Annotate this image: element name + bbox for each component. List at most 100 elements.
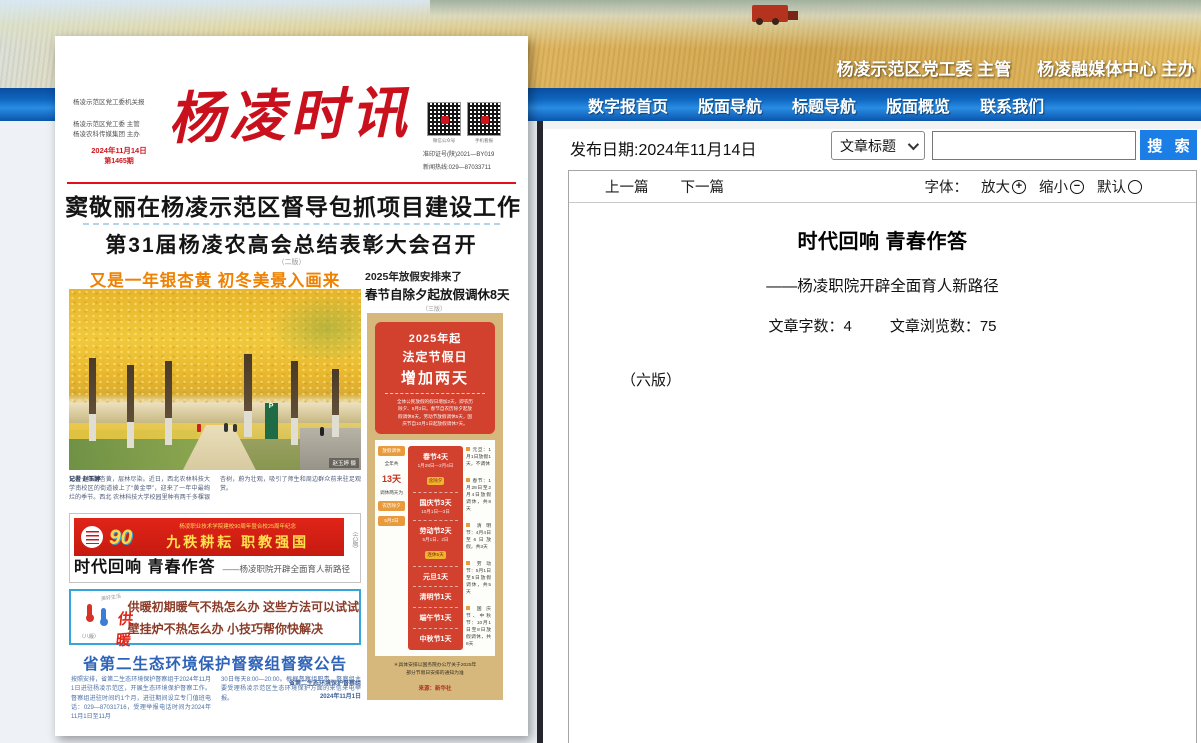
article-subtitle: ——杨凌职院开辟全面育人新路径: [569, 274, 1196, 296]
views-label: 文章浏览数：: [890, 318, 980, 335]
infographic-source: 来源：新华社: [375, 684, 495, 692]
nav-item-page-nav[interactable]: 版面导航: [698, 93, 762, 117]
photo-story-headline: 又是一年银杏黄 初冬美景入画来: [69, 267, 361, 291]
featured-story-title: 时代回响 青春作答: [74, 553, 215, 577]
qr-label-1: 微信公众号: [427, 138, 461, 144]
scooter-rider: [320, 427, 324, 436]
lead-headline: 窦敬丽在杨凌示范区督导包抓项目建设工作: [65, 188, 518, 222]
article-meta: 文章字数：4文章浏览数：75: [569, 315, 1196, 336]
anniversary-story-box: 90 杨凌职业技术学院建校90周年暨合校25周年纪念 九秩耕耘 职教强国 （六版…: [69, 513, 361, 583]
holiday-item: 元旦1天: [411, 572, 460, 582]
article-body: （六版）: [569, 369, 1196, 390]
font-default-button[interactable]: 默认: [1097, 176, 1142, 197]
holiday-side-labels: 放假调休 全年共 13天 调休两天为 农历除夕 5月2日: [378, 446, 405, 649]
infographic-line-2: 法定节假日: [379, 348, 491, 365]
holiday-infographic: 2025年起 法定节假日 增加两天 全体公民放假的假日增加2天，即农历 除夕、5…: [367, 313, 503, 700]
infographic-line-1: 2025年起: [379, 330, 491, 346]
publish-date: 发布日期:2024年11月14日: [570, 136, 756, 160]
holiday-kicker: 2025年放假安排来了: [365, 269, 515, 284]
minus-circle-icon: −: [1070, 180, 1084, 194]
anniversary-banner: 90 杨凌职业技术学院建校90周年暨合校25周年纪念 九秩耕耘 职教强国: [74, 518, 344, 556]
tree-trunk: [244, 354, 252, 437]
nav-item-page-overview[interactable]: 版面概览: [886, 93, 950, 117]
holiday-list: 春节4天 1月28日—2月4日 含除夕 国庆节3天 10月1日—3日 劳动节2天…: [408, 446, 463, 649]
plus-circle-icon: +: [1012, 180, 1026, 194]
tree-trunk: [291, 361, 298, 444]
notice-headline: 省第二生态环境保护督察组督察公告: [69, 652, 361, 674]
side-tag: 放假调休: [378, 446, 405, 456]
prev-article-link[interactable]: 上一篇: [605, 176, 649, 197]
article-title: 时代回响 青春作答: [569, 225, 1196, 254]
word-count-label: 文章字数：: [768, 318, 843, 335]
search-button[interactable]: 搜 索: [1140, 130, 1197, 160]
headline-divider: [83, 223, 500, 225]
tree-trunk: [127, 365, 134, 448]
holiday-detail-panel: 放假调休 全年共 13天 调休两天为 农历除夕 5月2日 春节4天 1月28日—…: [375, 440, 495, 655]
font-zoom-out-label: 缩小: [1039, 176, 1068, 197]
heating-headline-1: 供暖初期暖气不热怎么办 这些方法可以试试: [128, 598, 359, 615]
heating-script-text: 美好生活: [101, 593, 122, 603]
holiday-tip: 春节：1月28日至2月4日放假调休，共8天: [466, 478, 491, 514]
side-tag: 5月2日: [378, 516, 405, 526]
second-headline: 第31届杨凌农高会总结表彰大会召开: [65, 229, 518, 259]
panel-top-strip: [543, 121, 1201, 129]
harvester-graphic: [752, 5, 788, 22]
notice-column-1: 按照安排，省第二生态环境保护督察组于2024年11月1日进驻杨凌示范区，开展生态…: [71, 676, 211, 722]
holiday-item: 国庆节3天 10月1日—3日: [411, 498, 460, 515]
thermometer-red-icon: [87, 604, 92, 618]
thermometer-blue-icon: [101, 608, 106, 622]
infographic-note: 庆节自10月1日起放假调休7天。: [379, 420, 491, 427]
heating-headlines: 供暖初期暖气不热怎么办 这些方法可以试试 壁挂炉不热怎么办 小技巧帮你快解决: [126, 591, 359, 643]
side-days: 13天: [382, 472, 401, 485]
tree-trunk: [89, 358, 96, 441]
font-zoom-out-button[interactable]: 缩小 −: [1039, 176, 1084, 197]
search-category-select[interactable]: 文章标题: [831, 131, 925, 160]
second-headline-page-ref: （二版）: [65, 257, 518, 267]
search-input[interactable]: [932, 131, 1136, 160]
infographic-note: 除夕、5月2日。春节自农历除夕起放: [379, 405, 491, 412]
sponsor-text-2: 杨凌融媒体中心 主办: [1037, 55, 1195, 80]
featured-story-row: 时代回响 青春作答 ——杨凌职院开辟全面育人新路径: [80, 553, 344, 577]
sponsor-line: 杨凌示范区党工委 主管 杨凌融媒体中心 主办: [837, 55, 1195, 80]
holiday-item: 中秋节1天: [411, 634, 460, 644]
nav-item-contact[interactable]: 联系我们: [980, 93, 1044, 117]
license-number: 准印证号(陕)2021—BY019: [423, 149, 494, 158]
infographic-footnote: ＊具体安排以国务院办公厅关于2025年: [375, 662, 495, 670]
ninety-logo: 90: [109, 527, 132, 548]
word-count-value: 4: [843, 318, 851, 335]
news-hotline: 新闻热线:029—87033711: [423, 162, 491, 171]
holiday-tip: 劳动节：5月1日至5日放假调休，共5天: [466, 561, 491, 597]
holiday-item: 清明节1天: [411, 592, 460, 602]
college-seal-icon: [81, 526, 103, 548]
qr-code-1: [427, 102, 461, 136]
holiday-tip: 清明节：4月4日至6日放假，共3天: [466, 523, 491, 552]
font-label: 字体：: [925, 176, 969, 197]
photo-caption: 记者 赵玉婷 又是一年银杏黄，层林尽染。近日，西北农林科技大学南校区的街道披上了…: [69, 476, 361, 509]
holiday-tip: 元旦：1月1日放假1天，不调休: [466, 447, 491, 469]
newspaper-title: 杨凌时讯: [146, 80, 434, 157]
heating-headline-2: 壁挂炉不热怎么办 小技巧帮你快解决: [128, 620, 359, 637]
holiday-item: 劳动节2天 5月1日、2日 连休5天: [411, 526, 460, 561]
side-tag: 农历除夕: [378, 501, 405, 511]
pedestrian: [224, 423, 228, 432]
notice-column-2: 30日每天8:00—20:00。根据督察组职责，督察组主要受理杨凌示范区生态环境…: [221, 676, 361, 703]
infographic-note: 假调休8天，劳动节放假调休5天，国: [379, 413, 491, 420]
story-page-ref: （六版）: [350, 528, 359, 552]
next-article-link[interactable]: 下一篇: [681, 176, 725, 197]
infographic-footer: ＊具体安排以国务院办公厅关于2025年 部分节假日安排的通知为准 来源：新华社: [367, 656, 503, 700]
infographic-divider: [385, 393, 485, 394]
infographic-header-card: 2025年起 法定节假日 增加两天 全体公民放假的假日增加2天，即农历 除夕、5…: [375, 322, 495, 434]
qr-code-2: [467, 102, 501, 136]
holiday-item: 春节4天 1月28日—2月4日 含除夕: [411, 452, 460, 487]
font-zoom-in-button[interactable]: 放大 +: [981, 176, 1026, 197]
heating-tips-box: 美好生活 供暖 （八版） 供暖初期暖气不热怎么办 这些方法可以试试 壁挂炉不热怎…: [69, 589, 361, 645]
featured-story-subtitle: ——杨凌职院开辟全面育人新路径: [222, 563, 350, 575]
nav-item-home[interactable]: 数字报首页: [588, 93, 668, 117]
fire-hydrant: [197, 424, 201, 432]
nav-item-title-nav[interactable]: 标题导航: [792, 93, 856, 117]
paper-issue: 第1465期: [73, 158, 165, 165]
parking-sign: P: [265, 403, 278, 439]
front-page-thumbnail[interactable]: 杨凌示范区党工委机关报 杨凌示范区党工委 主管 杨凌农科传媒集团 主办 2024…: [55, 36, 528, 736]
holiday-page-ref: （三版）: [365, 304, 503, 313]
infographic-line-3: 增加两天: [379, 367, 491, 388]
